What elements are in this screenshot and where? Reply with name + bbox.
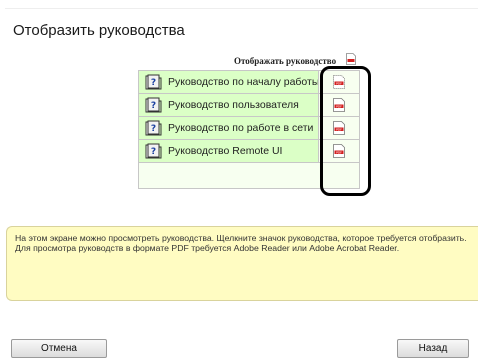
table-row: ? Руководство Remote UI PDF (139, 140, 359, 163)
help-book-icon: ? (145, 74, 162, 90)
table-row: ? Руководство по работе в сети PDF (139, 117, 359, 140)
display-column-label: Отображать руководство (234, 56, 337, 66)
svg-text:PDF: PDF (336, 82, 342, 86)
manual-name-cell: ? Руководство пользователя (139, 94, 319, 116)
svg-text:?: ? (151, 101, 156, 111)
svg-text:?: ? (151, 147, 156, 157)
manual-label[interactable]: Руководство Remote UI (168, 145, 282, 157)
pdf-icon[interactable]: PDF (333, 144, 345, 158)
help-panel: На этом экране можно просмотреть руковод… (6, 226, 478, 301)
back-button[interactable]: Назад (397, 339, 469, 358)
manual-label[interactable]: Руководство по работе в сети (168, 122, 313, 134)
table-row: ? Руководство по началу работы PDF (139, 71, 359, 94)
svg-text:?: ? (151, 78, 156, 88)
help-book-icon: ? (145, 97, 162, 113)
help-book-icon: ? (145, 143, 162, 159)
manuals-table: ? Руководство по началу работы PDF ? Рук… (138, 70, 360, 189)
help-book-icon: ? (145, 120, 162, 136)
manual-name-cell: ? Руководство по началу работы (139, 71, 319, 93)
pdf-icon[interactable]: PDF (333, 121, 345, 135)
cancel-button[interactable]: Отмена (11, 339, 107, 358)
svg-text:PDF: PDF (336, 151, 342, 155)
top-divider (5, 8, 478, 9)
svg-text:PDF: PDF (336, 105, 342, 109)
pdf-icon[interactable]: PDF (333, 98, 345, 112)
pdf-cell: PDF (319, 117, 359, 139)
manual-label[interactable]: Руководство пользователя (168, 99, 299, 111)
help-text: На этом экране можно просмотреть руковод… (15, 233, 467, 253)
table-row: ? Руководство пользователя PDF (139, 94, 359, 117)
pdf-icon (346, 53, 356, 65)
manual-name-cell: ? Руководство по работе в сети (139, 117, 319, 139)
svg-text:?: ? (151, 124, 156, 134)
pdf-cell: PDF (319, 94, 359, 116)
page-title: Отобразить руководства (13, 22, 185, 39)
pdf-cell: PDF (319, 140, 359, 162)
pdf-icon[interactable]: PDF (333, 75, 345, 89)
pdf-cell: PDF (319, 71, 359, 93)
manual-name-cell: ? Руководство Remote UI (139, 140, 319, 162)
svg-text:PDF: PDF (336, 128, 342, 132)
manual-label[interactable]: Руководство по началу работы (168, 76, 318, 88)
